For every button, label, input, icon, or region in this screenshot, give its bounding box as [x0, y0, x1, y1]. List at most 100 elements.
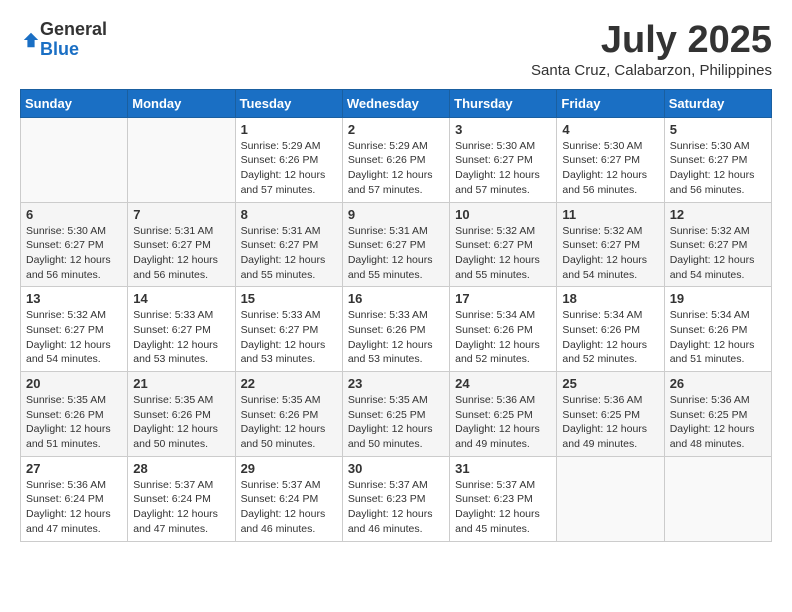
day-info: Sunrise: 5:33 AM Sunset: 6:27 PM Dayligh… — [133, 308, 229, 367]
day-header-tuesday: Tuesday — [235, 89, 342, 117]
calendar-cell: 11 Sunrise: 5:32 AM Sunset: 6:27 PM Dayli… — [557, 202, 664, 287]
day-number: 22 — [241, 376, 337, 391]
calendar-cell: 1 Sunrise: 5:29 AM Sunset: 6:26 PM Daylig… — [235, 117, 342, 202]
day-number: 5 — [670, 122, 766, 137]
day-header-sunday: Sunday — [21, 89, 128, 117]
day-number: 9 — [348, 207, 444, 222]
calendar-cell — [21, 117, 128, 202]
day-number: 20 — [26, 376, 122, 391]
day-info: Sunrise: 5:29 AM Sunset: 6:26 PM Dayligh… — [348, 139, 444, 198]
day-number: 1 — [241, 122, 337, 137]
week-row-2: 6 Sunrise: 5:30 AM Sunset: 6:27 PM Daylig… — [21, 202, 772, 287]
day-number: 3 — [455, 122, 551, 137]
day-header-thursday: Thursday — [450, 89, 557, 117]
day-info: Sunrise: 5:29 AM Sunset: 6:26 PM Dayligh… — [241, 139, 337, 198]
day-info: Sunrise: 5:33 AM Sunset: 6:26 PM Dayligh… — [348, 308, 444, 367]
day-info: Sunrise: 5:34 AM Sunset: 6:26 PM Dayligh… — [455, 308, 551, 367]
calendar-cell: 2 Sunrise: 5:29 AM Sunset: 6:26 PM Daylig… — [342, 117, 449, 202]
calendar-cell: 31Sunrise: 5:37 AM Sunset: 6:23 PM Dayli… — [450, 456, 557, 541]
day-info: Sunrise: 5:34 AM Sunset: 6:26 PM Dayligh… — [562, 308, 658, 367]
calendar-cell: 23Sunrise: 5:35 AM Sunset: 6:25 PM Dayli… — [342, 372, 449, 457]
day-info: Sunrise: 5:30 AM Sunset: 6:27 PM Dayligh… — [670, 139, 766, 198]
day-info: Sunrise: 5:30 AM Sunset: 6:27 PM Dayligh… — [562, 139, 658, 198]
day-info: Sunrise: 5:35 AM Sunset: 6:26 PM Dayligh… — [241, 393, 337, 452]
calendar-cell — [664, 456, 771, 541]
day-number: 24 — [455, 376, 551, 391]
day-number: 27 — [26, 461, 122, 476]
calendar-cell: 10Sunrise: 5:32 AM Sunset: 6:27 PM Dayli… — [450, 202, 557, 287]
day-info: Sunrise: 5:30 AM Sunset: 6:27 PM Dayligh… — [26, 224, 122, 283]
location-subtitle: Santa Cruz, Calabarzon, Philippines — [531, 62, 772, 79]
day-info: Sunrise: 5:37 AM Sunset: 6:24 PM Dayligh… — [133, 478, 229, 537]
day-info: Sunrise: 5:30 AM Sunset: 6:27 PM Dayligh… — [455, 139, 551, 198]
day-info: Sunrise: 5:35 AM Sunset: 6:26 PM Dayligh… — [26, 393, 122, 452]
calendar-cell: 7Sunrise: 5:31 AM Sunset: 6:27 PM Daylig… — [128, 202, 235, 287]
day-info: Sunrise: 5:34 AM Sunset: 6:26 PM Dayligh… — [670, 308, 766, 367]
header-row: SundayMondayTuesdayWednesdayThursdayFrid… — [21, 89, 772, 117]
calendar-cell: 17 Sunrise: 5:34 AM Sunset: 6:26 PM Dayli… — [450, 287, 557, 372]
calendar-cell: 30 Sunrise: 5:37 AM Sunset: 6:23 PM Dayli… — [342, 456, 449, 541]
day-info: Sunrise: 5:36 AM Sunset: 6:24 PM Dayligh… — [26, 478, 122, 537]
calendar-cell: 19 Sunrise: 5:34 AM Sunset: 6:26 PM Dayli… — [664, 287, 771, 372]
day-number: 14 — [133, 291, 229, 306]
day-number: 10 — [455, 207, 551, 222]
calendar-cell: 13Sunrise: 5:32 AM Sunset: 6:27 PM Dayli… — [21, 287, 128, 372]
day-number: 12 — [670, 207, 766, 222]
calendar-cell: 27 Sunrise: 5:36 AM Sunset: 6:24 PM Dayli… — [21, 456, 128, 541]
calendar-cell: 8 Sunrise: 5:31 AM Sunset: 6:27 PM Daylig… — [235, 202, 342, 287]
day-number: 23 — [348, 376, 444, 391]
calendar-cell: 24Sunrise: 5:36 AM Sunset: 6:25 PM Dayli… — [450, 372, 557, 457]
day-header-wednesday: Wednesday — [342, 89, 449, 117]
calendar-cell: 15Sunrise: 5:33 AM Sunset: 6:27 PM Dayli… — [235, 287, 342, 372]
day-number: 13 — [26, 291, 122, 306]
day-info: Sunrise: 5:31 AM Sunset: 6:27 PM Dayligh… — [241, 224, 337, 283]
page-header: General Blue July 2025 Santa Cruz, Calab… — [20, 20, 772, 79]
calendar-cell: 5 Sunrise: 5:30 AM Sunset: 6:27 PM Daylig… — [664, 117, 771, 202]
day-number: 21 — [133, 376, 229, 391]
day-info: Sunrise: 5:36 AM Sunset: 6:25 PM Dayligh… — [562, 393, 658, 452]
logo-icon — [22, 31, 40, 49]
day-number: 30 — [348, 461, 444, 476]
calendar-cell: 18 Sunrise: 5:34 AM Sunset: 6:26 PM Dayli… — [557, 287, 664, 372]
day-number: 6 — [26, 207, 122, 222]
day-number: 11 — [562, 207, 658, 222]
day-number: 7 — [133, 207, 229, 222]
calendar-cell — [557, 456, 664, 541]
day-info: Sunrise: 5:32 AM Sunset: 6:27 PM Dayligh… — [562, 224, 658, 283]
calendar-cell: 20 Sunrise: 5:35 AM Sunset: 6:26 PM Dayli… — [21, 372, 128, 457]
day-number: 16 — [348, 291, 444, 306]
calendar-table: SundayMondayTuesdayWednesdayThursdayFrid… — [20, 89, 772, 542]
logo: General Blue — [20, 20, 107, 60]
day-header-monday: Monday — [128, 89, 235, 117]
day-number: 2 — [348, 122, 444, 137]
day-header-friday: Friday — [557, 89, 664, 117]
day-info: Sunrise: 5:37 AM Sunset: 6:23 PM Dayligh… — [455, 478, 551, 537]
day-info: Sunrise: 5:31 AM Sunset: 6:27 PM Dayligh… — [348, 224, 444, 283]
calendar-cell: 26Sunrise: 5:36 AM Sunset: 6:25 PM Dayli… — [664, 372, 771, 457]
day-info: Sunrise: 5:37 AM Sunset: 6:23 PM Dayligh… — [348, 478, 444, 537]
logo-general: General — [40, 20, 107, 40]
day-number: 4 — [562, 122, 658, 137]
day-info: Sunrise: 5:33 AM Sunset: 6:27 PM Dayligh… — [241, 308, 337, 367]
week-row-3: 13Sunrise: 5:32 AM Sunset: 6:27 PM Dayli… — [21, 287, 772, 372]
calendar-cell: 22 Sunrise: 5:35 AM Sunset: 6:26 PM Dayli… — [235, 372, 342, 457]
logo-blue: Blue — [40, 40, 107, 60]
day-info: Sunrise: 5:35 AM Sunset: 6:26 PM Dayligh… — [133, 393, 229, 452]
calendar-cell: 16 Sunrise: 5:33 AM Sunset: 6:26 PM Dayli… — [342, 287, 449, 372]
day-number: 17 — [455, 291, 551, 306]
calendar-cell: 29 Sunrise: 5:37 AM Sunset: 6:24 PM Dayli… — [235, 456, 342, 541]
day-number: 8 — [241, 207, 337, 222]
calendar-cell: 6 Sunrise: 5:30 AM Sunset: 6:27 PM Daylig… — [21, 202, 128, 287]
calendar-cell: 3 Sunrise: 5:30 AM Sunset: 6:27 PM Daylig… — [450, 117, 557, 202]
day-info: Sunrise: 5:37 AM Sunset: 6:24 PM Dayligh… — [241, 478, 337, 537]
calendar-cell: 9 Sunrise: 5:31 AM Sunset: 6:27 PM Daylig… — [342, 202, 449, 287]
day-number: 29 — [241, 461, 337, 476]
day-number: 19 — [670, 291, 766, 306]
month-title: July 2025 — [531, 20, 772, 62]
day-header-saturday: Saturday — [664, 89, 771, 117]
week-row-1: 1 Sunrise: 5:29 AM Sunset: 6:26 PM Daylig… — [21, 117, 772, 202]
day-info: Sunrise: 5:36 AM Sunset: 6:25 PM Dayligh… — [670, 393, 766, 452]
calendar-cell: 28Sunrise: 5:37 AM Sunset: 6:24 PM Dayli… — [128, 456, 235, 541]
calendar-cell: 14 Sunrise: 5:33 AM Sunset: 6:27 PM Dayli… — [128, 287, 235, 372]
day-number: 18 — [562, 291, 658, 306]
